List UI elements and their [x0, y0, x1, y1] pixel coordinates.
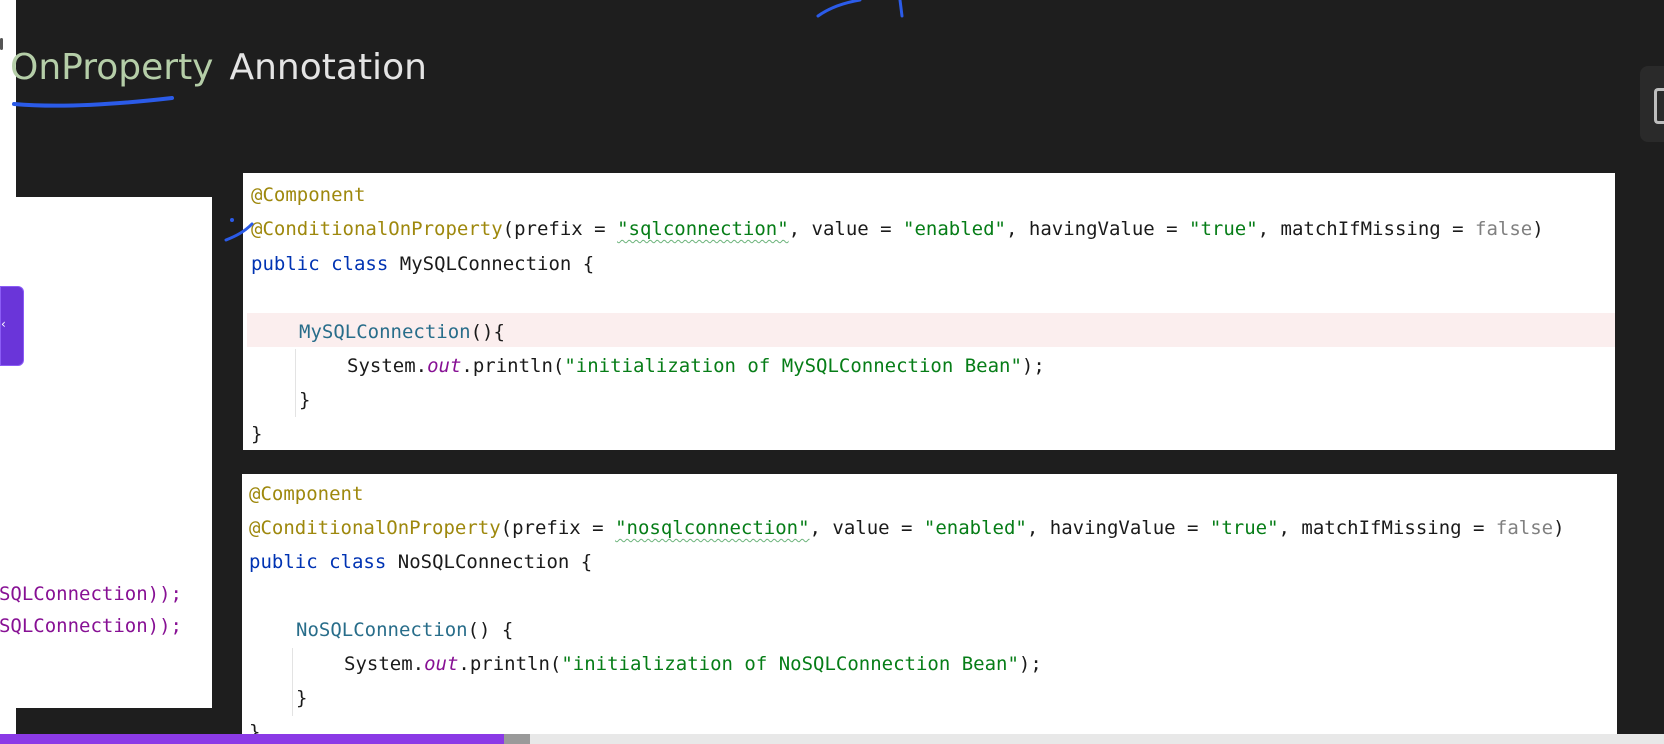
- code-line: @ConditionalOnProperty(prefix = "nosqlco…: [249, 517, 1565, 539]
- code-line: }: [299, 389, 311, 411]
- indent-guide: [292, 648, 293, 716]
- title-underline-stroke: [12, 96, 174, 108]
- left-code-line: SQLConnection));: [0, 615, 182, 637]
- left-code-panel: SQLConnection)); SQLConnection));: [0, 197, 212, 708]
- playback-scrubber-handle[interactable]: [504, 734, 530, 744]
- code-line: @Component: [249, 483, 364, 505]
- code-block-nosql: @Component @ConditionalOnProperty(prefix…: [242, 474, 1617, 744]
- chevron-left-icon: ‹: [1, 317, 6, 331]
- panel-toggle-icon: [1654, 88, 1664, 124]
- code-line: @Component: [251, 184, 366, 206]
- edge-marker: [0, 38, 3, 50]
- code-line: NoSQLConnection() {: [296, 619, 514, 641]
- slide-title-highlight: OnProperty: [10, 47, 214, 88]
- right-toolbar-widget[interactable]: [1640, 66, 1664, 142]
- code-line: MySQLConnection(){: [299, 321, 505, 343]
- left-code-line: SQLConnection));: [0, 583, 182, 605]
- code-line: }: [251, 423, 263, 445]
- code-block-mysql: @Component @ConditionalOnProperty(prefix…: [243, 173, 1615, 450]
- side-drawer-tab[interactable]: ‹: [0, 286, 24, 366]
- code-line: System.out.println("initialization of No…: [344, 653, 1042, 675]
- margin-dot: [230, 218, 234, 222]
- top-ink-stroke-2: [898, 0, 904, 18]
- top-ink-stroke: [816, 0, 862, 18]
- code-line: public class MySQLConnection {: [251, 253, 595, 275]
- code-line: System.out.println("initialization of My…: [347, 355, 1045, 377]
- playback-progress-fill: [0, 734, 504, 744]
- indent-guide: [295, 349, 296, 417]
- slide-title: OnProperty Annotation: [10, 40, 427, 96]
- slide-title-rest: Annotation: [229, 47, 427, 88]
- code-line: @ConditionalOnProperty(prefix = "sqlconn…: [251, 218, 1544, 240]
- code-line: public class NoSQLConnection {: [249, 551, 593, 573]
- code-line: }: [296, 687, 308, 709]
